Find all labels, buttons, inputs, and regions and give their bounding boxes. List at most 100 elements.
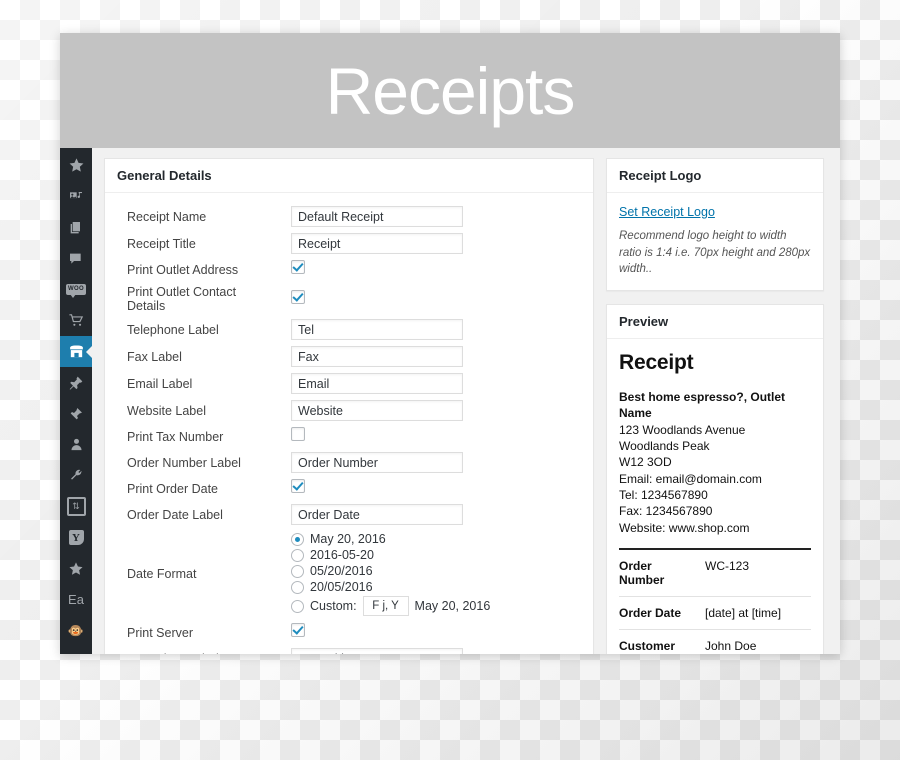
preview-row-key: Order Date [619,596,705,630]
print-outlet-contact-details-checkbox[interactable] [291,289,305,304]
option-label: 2016-05-20 [310,548,374,562]
field-label: Order Date Label [127,507,223,522]
preview-address-line: W12 3OD [619,455,672,470]
receipt-name-input[interactable] [291,206,463,227]
sidebar-item-plugins[interactable] [60,398,92,429]
receipt-logo-panel: Receipt Logo Set Receipt Logo Recommend … [606,158,824,292]
email-label-input[interactable] [291,373,463,394]
preview-title: Preview [607,305,823,340]
field-label: Print Outlet Address [127,262,239,277]
receipt-title-input[interactable] [291,233,463,254]
radio-button[interactable] [291,548,304,562]
field-label: Email Label [127,376,193,391]
transfer-icon: ⇅ [66,497,86,516]
pages-icon [68,220,84,236]
sidebar-item-orders[interactable] [60,305,92,336]
receipt-logo-body: Set Receipt Logo Recommend logo height t… [607,193,823,290]
star-icon [68,157,85,174]
storefront-icon [68,343,85,360]
preview-row-value: WC-123 [705,549,811,597]
sidebar-item-tools[interactable] [60,460,92,491]
table-row: Served By Label [117,645,581,654]
date-format-options: May 20, 2016 2016-05-20 05/20/2016 20/05… [291,531,577,617]
print-tax-number-checkbox[interactable] [291,427,305,441]
table-row: Print Tax Number [117,424,581,449]
preview-panel: Preview Receipt Best home espresso?, Out… [606,304,824,654]
preview-row-key: Customer Name [619,629,705,654]
table-row: Order Number Label [117,449,581,476]
table-row: Order Number WC-123 [619,549,811,597]
preview-row-value: John Doe [705,629,811,654]
preview-receipt-heading: Receipt [619,351,694,375]
set-receipt-logo-link[interactable]: Set Receipt Logo [619,205,715,219]
field-label: Print Tax Number [127,429,224,444]
cart-icon [68,312,85,329]
sidebar-item-media-player[interactable] [60,646,92,654]
table-row: Print Outlet Address [117,257,581,282]
date-format-option[interactable]: 20/05/2016 [291,579,577,595]
sidebar-item-yoast-seo[interactable]: Y [60,522,92,553]
print-server-checkbox[interactable] [291,623,305,637]
table-row: Print Server [117,620,581,645]
preview-address-line: Website: www.shop.com [619,520,750,535]
field-label: Website Label [127,403,206,418]
sidebar-item-woocommerce[interactable]: WOO [60,274,92,305]
custom-label: Custom: [310,599,357,613]
preview-row-key: Order Number [619,549,705,597]
print-outlet-address-checkbox[interactable] [291,260,305,274]
sidebar-item-favorites[interactable] [60,150,92,181]
table-row: Fax Label [117,343,581,370]
table-row: Print Order Date [117,476,581,501]
print-order-date-checkbox[interactable] [291,479,305,493]
sidebar-item-migrate[interactable]: ⇅ [60,491,92,522]
page-banner: Receipts [60,33,840,148]
radio-button[interactable] [291,580,304,594]
sidebar-item-users[interactable] [60,429,92,460]
custom-date-format-input[interactable] [362,596,409,616]
sidebar-item-ratings[interactable] [60,553,92,584]
side-column: Receipt Logo Set Receipt Logo Recommend … [606,158,824,654]
field-label: Fax Label [127,349,182,364]
fax-label-input[interactable] [291,346,463,367]
fox-icon: 🐵 [67,623,85,638]
option-label: May 20, 2016 [310,532,386,546]
ea-icon: Ea [68,592,84,607]
sidebar-item-pages[interactable] [60,212,92,243]
order-number-label-input[interactable] [291,452,463,473]
table-row: Telephone Label [117,316,581,343]
date-format-option[interactable]: May 20, 2016 [291,531,577,547]
sidebar-item-media[interactable] [60,181,92,212]
preview-details-table: Order Number WC-123 Order Date [date] at… [619,549,811,654]
preview-address-line: Email: email@domain.com [619,471,762,486]
field-label: Receipt Title [127,236,196,251]
admin-body: WOO ⇅ Y Ea 🐵 General Details Receipt Nam… [60,148,840,654]
radio-button[interactable] [291,599,304,613]
radio-button[interactable] [291,532,304,546]
general-details-body: Receipt Name Receipt Title Print Outlet … [105,193,593,654]
option-label: 05/20/2016 [310,564,373,578]
sidebar-item-fox-plugin[interactable]: 🐵 [60,615,92,646]
served-by-label-input[interactable] [291,648,463,654]
table-row: Date Format May 20, 2016 2016-05-20 05/2… [117,528,581,620]
date-format-option[interactable]: 2016-05-20 [291,547,577,563]
field-label: Telephone Label [127,322,219,337]
sidebar-item-point-of-sale[interactable] [60,336,92,367]
general-details-column: General Details Receipt Name Receipt Tit… [104,158,594,654]
table-row: Receipt Name [117,203,581,230]
date-format-label: Date Format [127,567,197,581]
user-icon [69,437,84,452]
sidebar-item-comments[interactable] [60,243,92,274]
preview-body: Receipt Best home espresso?, Outlet Name… [607,339,823,654]
date-format-custom-option[interactable]: Custom: May 20, 2016 [291,595,577,617]
website-label-input[interactable] [291,400,463,421]
order-date-label-input[interactable] [291,504,463,525]
table-row: Customer Name John Doe [619,629,811,654]
sidebar-item-appearance[interactable] [60,367,92,398]
sidebar-item-easy-analytics[interactable]: Ea [60,584,92,615]
radio-button[interactable] [291,564,304,578]
general-details-panel: General Details Receipt Name Receipt Tit… [104,158,594,654]
field-label: Print Outlet Contact Details [127,285,237,313]
date-format-option[interactable]: 05/20/2016 [291,563,577,579]
preview-address-line: Woodlands Peak [619,438,710,453]
telephone-label-input[interactable] [291,319,463,340]
